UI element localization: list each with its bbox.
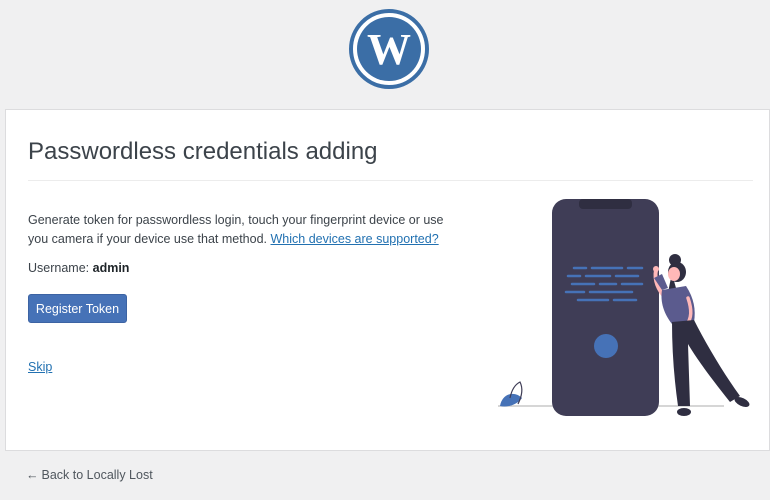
title-divider — [28, 180, 753, 181]
username-row: Username: admin — [28, 261, 129, 275]
back-to-site-link[interactable]: ← Back to Locally Lost — [26, 468, 153, 482]
phone-body — [552, 199, 659, 416]
username-value: admin — [92, 261, 130, 275]
register-token-button[interactable]: Register Token — [28, 294, 127, 323]
supported-devices-link[interactable]: Which devices are supported? — [271, 232, 439, 246]
wordpress-logo-icon[interactable]: W — [349, 9, 429, 89]
skip-link[interactable]: Skip — [28, 360, 52, 374]
description-text: Generate token for passwordless login, t… — [28, 211, 458, 249]
woman-with-phone-illustration — [498, 199, 750, 416]
phone-notch — [579, 199, 632, 209]
back-arrow-icon: ← — [26, 468, 39, 482]
phone-button-icon — [594, 334, 618, 358]
back-link-label: Back to Locally Lost — [41, 468, 153, 482]
svg-text:W: W — [367, 25, 411, 74]
username-label: Username: — [28, 261, 90, 275]
credentials-card: Passwordless credentials adding Generate… — [5, 109, 770, 451]
woman-figure — [653, 254, 750, 416]
page-title: Passwordless credentials adding — [28, 138, 378, 165]
